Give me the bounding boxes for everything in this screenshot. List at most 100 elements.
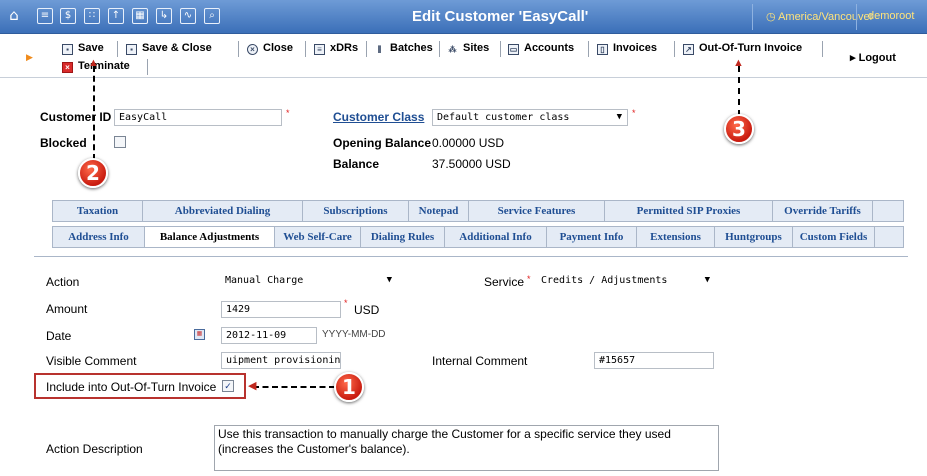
tab-subscriptions[interactable]: Subscriptions [303, 201, 409, 221]
tab-service-features[interactable]: Service Features [469, 201, 605, 221]
divider [117, 41, 118, 57]
arrow-up-icon: ▲ [88, 57, 99, 69]
save-close-button[interactable]: ▪ Save & Close [126, 40, 212, 57]
save-button[interactable]: ▪ Save [62, 40, 104, 57]
logout-icon: ▸ [850, 52, 856, 64]
tab-web-self-care[interactable]: Web Self-Care [275, 227, 361, 247]
logout-button[interactable]: ▸ Logout [850, 51, 896, 64]
tab-row-1: Taxation Abbreviated Dialing Subscriptions… [52, 200, 904, 222]
chevron-down-icon: ▼ [616, 112, 622, 122]
chart-icon[interactable]: ∿ [180, 8, 196, 24]
action-select[interactable]: Manual Charge ▼ [221, 273, 397, 290]
floppy-icon: ▪ [126, 44, 137, 55]
tab-override-tariffs[interactable]: Override Tariffs [773, 201, 873, 221]
arrow-up-icon: ▲ [733, 57, 744, 69]
divider [752, 4, 753, 30]
tab-additional-info[interactable]: Additional Info [445, 227, 547, 247]
search-icon[interactable]: ⌕ [204, 8, 220, 24]
xdrs-button[interactable]: ≡ xDRs [314, 40, 358, 57]
action-description-text: Use this transaction to manually charge … [214, 425, 719, 471]
tab-dialing-rules[interactable]: Dialing Rules [361, 227, 445, 247]
batches-icon: ⫼ [377, 45, 382, 54]
accounts-button[interactable]: ▭ Accounts [508, 40, 574, 57]
customer-id-label: Customer ID [40, 110, 112, 124]
balance-label: Balance [333, 157, 380, 171]
tab-abbreviated-dialing[interactable]: Abbreviated Dialing [143, 201, 303, 221]
document-icon: ≡ [314, 44, 325, 55]
grid-icon[interactable]: ∷ [84, 8, 100, 24]
divider [439, 41, 440, 57]
dollar-icon[interactable]: $ [60, 8, 76, 24]
tab-balance-adjustments[interactable]: Balance Adjustments [145, 227, 275, 247]
timezone-link[interactable]: ◷ America/Vancouver [766, 10, 873, 23]
amount-unit: USD [354, 303, 380, 317]
divider [305, 41, 306, 57]
page-title: Edit Customer 'EasyCall' [412, 8, 589, 25]
amount-input[interactable]: 1429 [221, 301, 341, 318]
tab-permitted-sip-proxies[interactable]: Permitted SIP Proxies [605, 201, 773, 221]
divider [366, 41, 367, 57]
date-input[interactable]: 2012-11-09 [221, 327, 317, 344]
action-value: Manual Charge [225, 275, 304, 286]
divider [588, 41, 589, 57]
oot-invoice-label: Out-Of-Turn Invoice [699, 42, 803, 54]
batches-label: Batches [390, 42, 433, 54]
tab-address-info[interactable]: Address Info [53, 227, 145, 247]
action-label: Action [46, 275, 80, 289]
callout-3: 3 [724, 114, 754, 144]
balance-value: 37.50000 USD [432, 157, 511, 171]
internal-comment-input[interactable]: #15657 [594, 352, 714, 369]
expand-arrow-icon[interactable]: ▶ [26, 52, 33, 63]
service-select[interactable]: Credits / Adjustments ▼ [537, 273, 715, 290]
sites-button[interactable]: ⁂ Sites [447, 40, 490, 57]
service-label: Service [484, 275, 525, 289]
opening-balance-value: 0.00000 USD [432, 136, 505, 150]
timezone-label: America/Vancouver [778, 11, 874, 23]
oot-invoice-button[interactable]: ↗ Out-Of-Turn Invoice [683, 40, 802, 57]
callout-2: 2 [78, 158, 108, 188]
tab-notepad[interactable]: Notepad [409, 201, 469, 221]
save-label: Save [78, 42, 104, 54]
tab-taxation[interactable]: Taxation [53, 201, 143, 221]
invoices-button[interactable]: ▯ Invoices [597, 40, 657, 57]
required-marker: * [527, 274, 531, 284]
home-icon[interactable]: ⌂ [6, 7, 22, 23]
callout-1: 1 [334, 372, 364, 402]
accounts-label: Accounts [524, 42, 575, 54]
list-icon[interactable]: ≡ [37, 8, 53, 24]
chevron-down-icon: ▼ [386, 275, 392, 285]
divider [500, 41, 501, 57]
divider [674, 41, 675, 57]
invoice-icon: ▯ [597, 44, 608, 55]
calendar-icon[interactable]: ▦ [194, 329, 205, 340]
visible-comment-input[interactable]: uipment provisioning [221, 352, 341, 369]
tariff-icon[interactable]: ▦ [132, 8, 148, 24]
invoice-export-icon: ↗ [683, 44, 694, 55]
close-label: Close [263, 42, 293, 54]
blocked-checkbox[interactable] [114, 136, 126, 148]
tab-custom-fields[interactable]: Custom Fields [793, 227, 875, 247]
user-link[interactable]: demoroot [868, 10, 914, 22]
divider [822, 41, 823, 57]
top-bar: ⌂ ≡ $ ∷ ↑ ▦ ↳ ∿ ⌕ Edit Customer 'EasyCal… [0, 0, 927, 34]
save-close-label: Save & Close [142, 42, 212, 54]
customer-class-select[interactable]: Default customer class ▼ [432, 109, 628, 126]
blocked-label: Blocked [40, 136, 87, 150]
arrow-left-icon: ◀ [248, 380, 257, 392]
tab-extensions[interactable]: Extensions [637, 227, 715, 247]
required-marker: * [344, 298, 348, 308]
upload-icon[interactable]: ↑ [108, 8, 124, 24]
batches-button[interactable]: ⫼ Batches [374, 40, 433, 57]
tab-huntgroups[interactable]: Huntgroups [715, 227, 793, 247]
card-icon: ▭ [508, 44, 519, 55]
xdrs-label: xDRs [330, 42, 359, 54]
route-icon[interactable]: ↳ [156, 8, 172, 24]
close-button[interactable]: × Close [247, 40, 293, 57]
tab-payment-info[interactable]: Payment Info [547, 227, 637, 247]
callout-connector [738, 66, 740, 116]
action-description-label: Action Description [46, 442, 143, 456]
oot-invoice-include-checkbox[interactable]: ✓ [222, 380, 234, 392]
customer-id-input[interactable]: EasyCall [114, 109, 282, 126]
divider [238, 41, 239, 57]
customer-class-link[interactable]: Customer Class [333, 110, 424, 124]
